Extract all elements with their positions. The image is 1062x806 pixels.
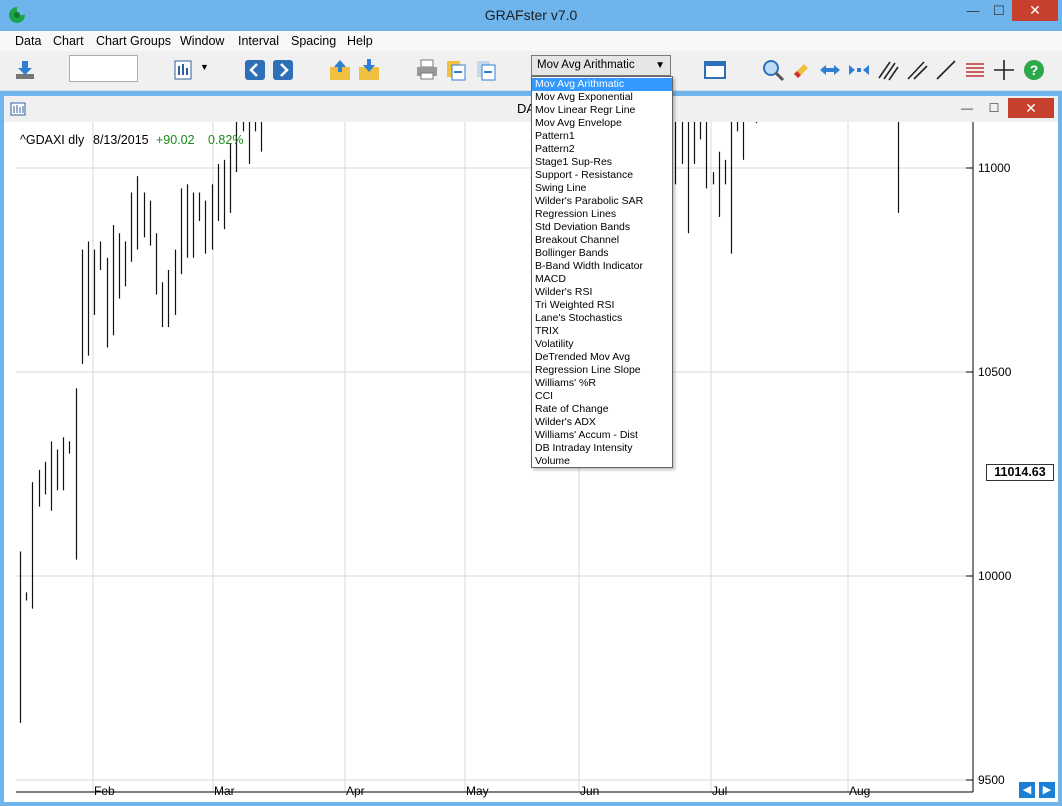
fib-lines-icon[interactable] bbox=[963, 58, 987, 82]
x-tick-label: May bbox=[466, 784, 489, 798]
study-option[interactable]: Volatility bbox=[532, 338, 672, 351]
y-tick-label: 9500 bbox=[978, 773, 1005, 787]
y-tick-label: 10000 bbox=[978, 569, 1012, 583]
study-option[interactable]: Wilder's RSI bbox=[532, 286, 672, 299]
chart-change-pct: 0.82% bbox=[208, 133, 244, 147]
menu-chart-groups[interactable]: Chart Groups bbox=[96, 34, 171, 48]
print-icon[interactable] bbox=[415, 58, 439, 82]
study-option[interactable]: Support - Resistance bbox=[532, 169, 672, 182]
y-tick-label: 10500 bbox=[978, 365, 1012, 379]
x-tick-label: Aug bbox=[849, 784, 871, 798]
chart-type-icon[interactable] bbox=[173, 58, 197, 82]
study-option[interactable]: DB Intraday Intensity bbox=[532, 442, 672, 455]
download-icon[interactable] bbox=[13, 58, 37, 82]
study-option[interactable]: B-Band Width Indicator bbox=[532, 260, 672, 273]
study-option[interactable]: Stage1 Sup-Res bbox=[532, 156, 672, 169]
expand-icon[interactable] bbox=[818, 58, 842, 82]
study-option[interactable]: Mov Avg Envelope bbox=[532, 117, 672, 130]
x-tick-label: Jun bbox=[580, 784, 600, 798]
study-option[interactable]: Bollinger Bands bbox=[532, 247, 672, 260]
study-option[interactable]: Breakout Channel bbox=[532, 234, 672, 247]
study-option[interactable]: Volume bbox=[532, 455, 672, 468]
study-option[interactable]: TRIX bbox=[532, 325, 672, 338]
study-option[interactable]: Pattern2 bbox=[532, 143, 672, 156]
collapse-icon[interactable] bbox=[847, 58, 871, 82]
study-select[interactable]: Mov Avg Arithmatic ▼ bbox=[531, 55, 671, 76]
study-option[interactable]: Williams' Accum - Dist bbox=[532, 429, 672, 442]
study-option[interactable]: Mov Avg Arithmatic bbox=[532, 78, 672, 91]
title-bar: GRAFster v7.0 — ☐ ✕ bbox=[0, 0, 1062, 31]
folder-up-icon[interactable] bbox=[328, 58, 352, 82]
study-dropdown-list: Mov Avg Arithmatic Mov Avg Exponential Mov… bbox=[531, 76, 673, 468]
help-icon[interactable]: ? bbox=[1022, 58, 1046, 82]
paste-icon[interactable] bbox=[474, 58, 498, 82]
folder-down-icon[interactable] bbox=[357, 58, 381, 82]
scroll-right-icon[interactable] bbox=[271, 58, 295, 82]
study-option[interactable]: Mov Linear Regr Line bbox=[532, 104, 672, 117]
line-icon[interactable] bbox=[934, 58, 958, 82]
study-option[interactable]: Lane's Stochastics bbox=[532, 312, 672, 325]
copy-icon[interactable] bbox=[444, 58, 468, 82]
x-tick-label: Jul bbox=[712, 784, 728, 798]
chart-date: 8/13/2015 bbox=[93, 133, 149, 147]
y-tick-label: 11000 bbox=[978, 161, 1011, 175]
minimize-button[interactable]: — bbox=[960, 0, 986, 21]
chart-symbol: ^GDAXI dly bbox=[20, 133, 85, 147]
scroll-left-icon[interactable] bbox=[243, 58, 267, 82]
study-option[interactable]: Regression Lines bbox=[532, 208, 672, 221]
zoom-icon[interactable] bbox=[761, 58, 785, 82]
menu-help[interactable]: Help bbox=[347, 34, 373, 48]
study-option[interactable]: Williams' %R bbox=[532, 377, 672, 390]
chart-maximize-button[interactable]: ☐ bbox=[981, 98, 1007, 118]
menu-bar: Data Chart Chart Groups Window Interval … bbox=[0, 31, 1062, 51]
trendline-icon[interactable] bbox=[905, 58, 929, 82]
study-option[interactable]: Regression Line Slope bbox=[532, 364, 672, 377]
menu-data[interactable]: Data bbox=[15, 34, 41, 48]
menu-chart[interactable]: Chart bbox=[53, 34, 84, 48]
study-option[interactable]: Wilder's ADX bbox=[532, 416, 672, 429]
menu-interval[interactable]: Interval bbox=[238, 34, 279, 48]
plot-area bbox=[16, 122, 974, 792]
study-option[interactable]: DeTrended Mov Avg bbox=[532, 351, 672, 364]
study-option[interactable]: CCI bbox=[532, 390, 672, 403]
svg-text:?: ? bbox=[1030, 62, 1039, 78]
study-option[interactable]: Mov Avg Exponential bbox=[532, 91, 672, 104]
chart-scroll-right-button[interactable]: ▶ bbox=[1039, 782, 1055, 798]
crosshair-icon[interactable] bbox=[992, 58, 1016, 82]
chart-change: +90.02 bbox=[156, 133, 195, 147]
study-option[interactable]: Tri Weighted RSI bbox=[532, 299, 672, 312]
maximize-button[interactable]: ☐ bbox=[986, 0, 1012, 21]
menu-window[interactable]: Window bbox=[180, 34, 224, 48]
study-option[interactable]: Rate of Change bbox=[532, 403, 672, 416]
x-tick-label: Apr bbox=[346, 784, 365, 798]
window-icon[interactable] bbox=[703, 58, 727, 82]
menu-spacing[interactable]: Spacing bbox=[291, 34, 336, 48]
chart-minimize-button[interactable]: — bbox=[954, 98, 980, 118]
close-button[interactable]: ✕ bbox=[1012, 0, 1058, 21]
parallel-lines-icon[interactable] bbox=[876, 58, 900, 82]
last-price-tag: 11014.63 bbox=[986, 464, 1054, 481]
study-select-value: Mov Avg Arithmatic bbox=[537, 59, 635, 71]
chart-close-button[interactable]: ✕ bbox=[1008, 98, 1054, 118]
study-option[interactable]: MACD bbox=[532, 273, 672, 286]
study-option[interactable]: Std Deviation Bands bbox=[532, 221, 672, 234]
study-option[interactable]: Swing Line bbox=[532, 182, 672, 195]
chevron-down-icon: ▼ bbox=[655, 60, 665, 71]
chart-type-dropdown-icon[interactable]: ▼ bbox=[200, 62, 209, 72]
x-tick-label: Feb bbox=[94, 784, 115, 798]
symbol-input[interactable] bbox=[69, 55, 138, 82]
chart-scroll-left-button[interactable]: ◀ bbox=[1019, 782, 1035, 798]
study-option[interactable]: Pattern1 bbox=[532, 130, 672, 143]
eraser-icon[interactable] bbox=[790, 58, 814, 82]
chart-window-icon bbox=[10, 102, 26, 116]
x-tick-label: Mar bbox=[214, 784, 235, 798]
study-option[interactable]: Wilder's Parabolic SAR bbox=[532, 195, 672, 208]
window-title: GRAFster v7.0 bbox=[484, 7, 578, 23]
